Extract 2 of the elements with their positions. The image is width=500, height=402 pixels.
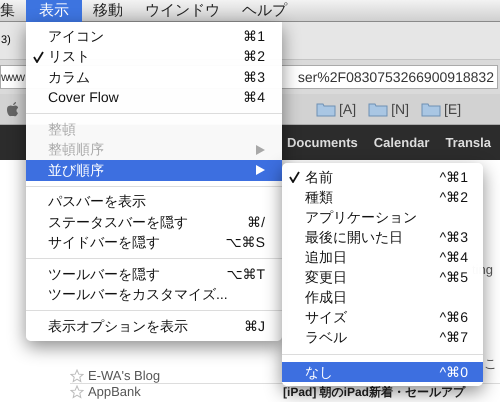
text-fragment: こ [484, 355, 497, 373]
feed-snippet: [iPad] 朝のiPad新着・セールアプ [283, 384, 466, 400]
